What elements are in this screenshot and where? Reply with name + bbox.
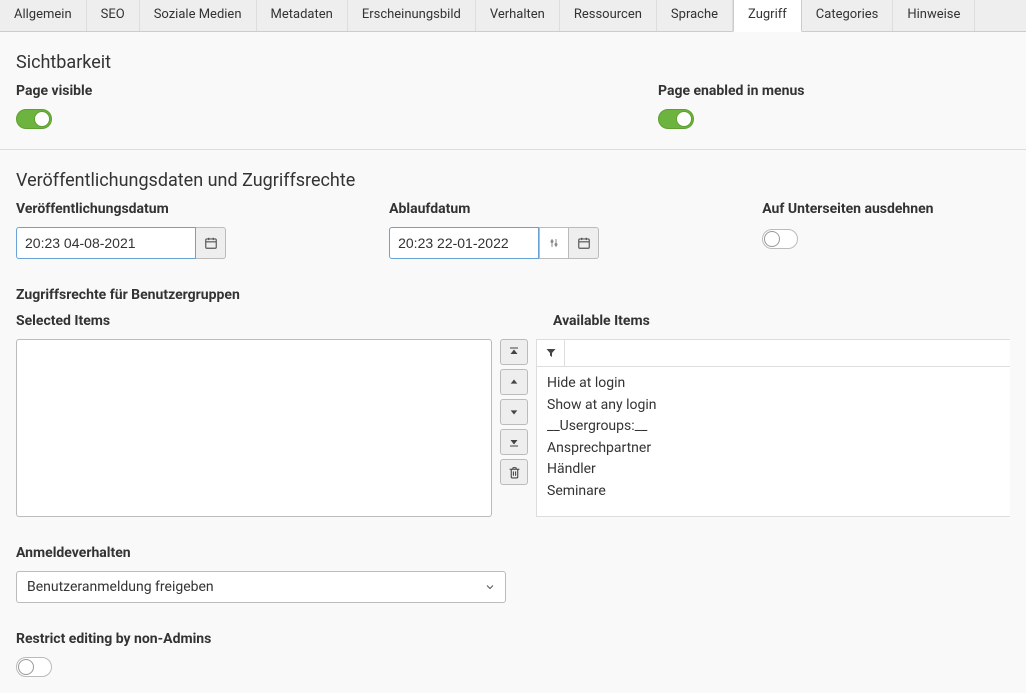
button-move-down[interactable] <box>500 399 528 425</box>
button-move-up[interactable] <box>500 369 528 395</box>
button-move-bottom[interactable] <box>500 429 528 455</box>
available-item[interactable]: Show at any login <box>547 395 1000 417</box>
calendar-icon <box>204 236 218 250</box>
available-item[interactable]: Ansprechpartner <box>547 438 1000 460</box>
label-extend: Auf Unterseiten ausdehnen <box>762 201 1010 217</box>
arrow-up-icon <box>509 377 519 387</box>
tab-seo[interactable]: SEO <box>87 0 140 31</box>
tab-metadaten[interactable]: Metadaten <box>257 0 348 31</box>
label-restrict-editing: Restrict editing by non-Admins <box>16 631 1010 647</box>
label-available-items: Available Items <box>553 313 1010 329</box>
heading-visibility: Sichtbarkeit <box>16 52 1010 73</box>
label-selected-items: Selected Items <box>16 313 513 329</box>
button-remove[interactable] <box>500 459 528 485</box>
trash-icon <box>508 466 521 479</box>
heading-publish: Veröffentlichungsdaten und Zugriffsrecht… <box>16 170 1010 191</box>
divider <box>0 149 1026 150</box>
filter-icon <box>545 347 557 359</box>
sliders-icon <box>548 237 560 249</box>
button-move-top[interactable] <box>500 339 528 365</box>
available-item[interactable]: Seminare <box>547 481 1000 503</box>
input-filter-available[interactable] <box>564 339 1010 367</box>
label-page-visible: Page visible <box>16 83 368 99</box>
tab-sprache[interactable]: Sprache <box>657 0 733 31</box>
available-item[interactable]: Händler <box>547 459 1000 481</box>
tab-categories[interactable]: Categories <box>802 0 894 31</box>
calendar-icon <box>577 236 591 250</box>
tab-allgemein[interactable]: Allgemein <box>0 0 87 31</box>
tab-ressourcen[interactable]: Ressourcen <box>560 0 657 31</box>
available-items-box: Hide at loginShow at any login__Usergrou… <box>536 367 1010 517</box>
button-exp-date-clear[interactable] <box>539 227 569 259</box>
tab-zugriff[interactable]: Zugriff <box>733 0 802 32</box>
arrow-bottom-icon <box>508 436 520 448</box>
toggle-extend[interactable] <box>762 229 798 249</box>
label-login-behavior: Anmeldeverhalten <box>16 545 1010 561</box>
tab-hinweise[interactable]: Hinweise <box>893 0 975 31</box>
available-item[interactable]: Hide at login <box>547 373 1000 395</box>
button-pub-date-calendar[interactable] <box>196 227 226 259</box>
panel-zugriff: Sichtbarkeit Page visible Page enabled i… <box>0 32 1026 693</box>
tab-soziale-medien[interactable]: Soziale Medien <box>140 0 257 31</box>
label-pub-date: Veröffentlichungsdatum <box>16 201 359 217</box>
tab-erscheinungsbild[interactable]: Erscheinungsbild <box>348 0 476 31</box>
input-pub-date[interactable] <box>16 227 196 259</box>
arrow-down-icon <box>509 407 519 417</box>
available-item[interactable]: __Usergroups:__ <box>547 416 1000 438</box>
selected-items-box[interactable] <box>16 339 492 517</box>
toggle-page-visible[interactable] <box>16 109 52 129</box>
toggle-page-enabled[interactable] <box>658 109 694 129</box>
arrow-top-icon <box>508 346 520 358</box>
label-page-enabled: Page enabled in menus <box>658 83 1010 99</box>
toggle-restrict-editing[interactable] <box>16 657 52 677</box>
button-filter[interactable] <box>536 339 564 367</box>
select-login-behavior[interactable]: Benutzeranmeldung freigeben <box>16 571 506 603</box>
label-usergroups: Zugriffsrechte für Benutzergruppen <box>16 287 1010 303</box>
button-exp-date-calendar[interactable] <box>569 227 599 259</box>
input-exp-date[interactable] <box>389 227 539 259</box>
tab-verhalten[interactable]: Verhalten <box>476 0 560 31</box>
tab-bar: AllgemeinSEOSoziale MedienMetadatenErsch… <box>0 0 1026 32</box>
label-exp-date: Ablaufdatum <box>389 201 732 217</box>
